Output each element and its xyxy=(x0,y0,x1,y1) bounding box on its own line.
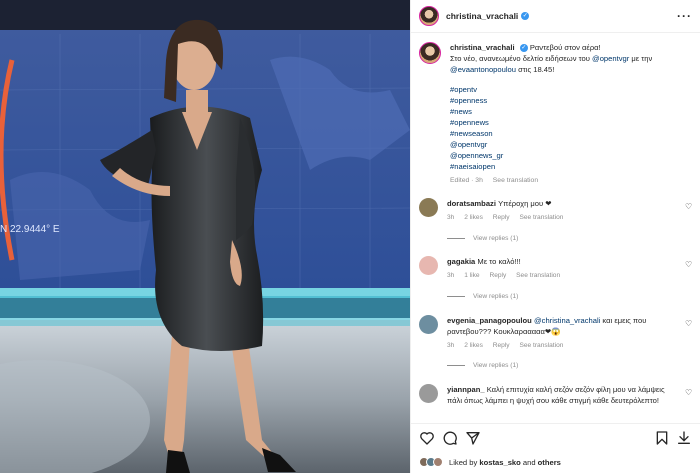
comment-time: 3h xyxy=(447,272,455,279)
caption-line-1: Ραντεβού στον αέρα! xyxy=(529,43,601,52)
like-comment-heart-icon[interactable]: ♡ xyxy=(685,320,692,328)
hashtag[interactable]: #openness xyxy=(450,95,692,106)
post-image: N 22.9444° E xyxy=(0,0,410,473)
verified-badge-icon: ✓ xyxy=(519,44,528,52)
view-replies-label[interactable]: View replies (1) xyxy=(473,293,518,300)
mention-eva[interactable]: @evaantonopoulou xyxy=(450,65,516,74)
see-translation-link[interactable]: See translation xyxy=(519,342,563,349)
post-header: christina_vrachali ✓ ··· xyxy=(411,0,700,33)
hashtag[interactable]: @opentvgr xyxy=(450,139,692,150)
more-options-icon[interactable]: ··· xyxy=(677,9,692,23)
comment: evgenia_panagopoulou @christina_vrachali… xyxy=(411,315,700,351)
comment-time: 3h xyxy=(447,342,455,349)
post-action-bar: Liked by kostas_sko and others xyxy=(411,423,700,473)
comment-likes[interactable]: 2 likes xyxy=(464,214,483,221)
reply-button[interactable]: Reply xyxy=(493,214,510,221)
caption-avatar[interactable] xyxy=(419,42,441,64)
see-translation-link[interactable]: See translation xyxy=(493,177,538,184)
author-avatar[interactable] xyxy=(419,6,439,26)
comment: yiannpan_ Καλή επιτυχία καλή σεζόν σεζόν… xyxy=(411,384,700,406)
comment-bubble-icon[interactable] xyxy=(442,430,458,446)
post-side-panel: christina_vrachali ✓ ··· christina_vrach… xyxy=(410,0,700,473)
view-replies-button[interactable]: View replies (1) xyxy=(447,293,518,300)
liked-by-row: Liked by kostas_sko and others xyxy=(419,457,561,467)
post-photo: N 22.9444° E xyxy=(0,0,410,473)
like-comment-heart-icon[interactable]: ♡ xyxy=(685,203,692,211)
like-comment-heart-icon[interactable]: ♡ xyxy=(685,389,692,397)
share-paper-plane-icon[interactable] xyxy=(465,430,481,446)
comment-username[interactable]: gagakia xyxy=(447,257,475,266)
verified-badge-icon: ✓ xyxy=(521,12,530,20)
see-translation-link[interactable]: See translation xyxy=(516,272,560,279)
commenter-avatar[interactable] xyxy=(419,256,438,275)
liker-avatar[interactable] xyxy=(433,457,443,467)
liked-by-user[interactable]: kostas_sko xyxy=(479,458,520,467)
comment: doratsambazi Υπέροχη μου ❤ 3h 2 likes Re… xyxy=(411,198,700,223)
author-username[interactable]: christina_vrachali xyxy=(446,11,518,21)
hashtag[interactable]: #naeisaiopen xyxy=(450,161,692,172)
hashtag[interactable]: @opennews_gr xyxy=(450,150,692,161)
reply-button[interactable]: Reply xyxy=(493,342,510,349)
comment-username[interactable]: doratsambazi xyxy=(447,199,496,208)
view-replies-button[interactable]: View replies (1) xyxy=(447,362,518,369)
caption-line-2: Στο νέο, ανανεωμένο δελτίο ειδήσεων του xyxy=(450,54,592,63)
like-comment-heart-icon[interactable]: ♡ xyxy=(685,261,692,269)
hashtag[interactable]: #opennews xyxy=(450,117,692,128)
download-icon[interactable] xyxy=(676,430,692,446)
commenter-avatar[interactable] xyxy=(419,198,438,217)
hashtag[interactable]: #opentv xyxy=(450,84,692,95)
liked-by-prefix: Liked by xyxy=(449,457,480,467)
hashtag[interactable]: #newseason xyxy=(450,128,692,139)
reply-button[interactable]: Reply xyxy=(489,272,506,279)
comment-username[interactable]: yiannpan_ xyxy=(447,385,485,394)
comment-mention[interactable]: @christina_vrachali xyxy=(534,316,600,325)
view-replies-button[interactable]: View replies (1) xyxy=(447,235,518,242)
save-bookmark-icon[interactable] xyxy=(654,430,670,446)
mention-opentvgr[interactable]: @opentvgr xyxy=(592,54,629,63)
caption: christina_vrachali ✓ Ραντεβού στον αέρα!… xyxy=(411,34,700,186)
caption-edited-time: Edited · 3h xyxy=(450,177,483,184)
comment-likes[interactable]: 1 like xyxy=(464,272,479,279)
comment-text: Υπέροχη μου ❤ xyxy=(498,199,552,208)
hashtag-list: #opentv #openness #news #opennews #newse… xyxy=(450,84,692,172)
hashtag[interactable]: #news xyxy=(450,106,692,117)
commenter-avatar[interactable] xyxy=(419,384,438,403)
comment-text: Με το καλό!!! xyxy=(477,257,521,266)
see-translation-link[interactable]: See translation xyxy=(519,214,563,221)
view-replies-label[interactable]: View replies (1) xyxy=(473,362,518,369)
like-heart-icon[interactable] xyxy=(419,430,435,446)
view-replies-label[interactable]: View replies (1) xyxy=(473,235,518,242)
comment-likes[interactable]: 2 likes xyxy=(464,342,483,349)
comment-username[interactable]: evgenia_panagopoulou xyxy=(447,316,532,325)
comment-time: 3h xyxy=(447,214,455,221)
photo-coordinate-text: N 22.9444° E xyxy=(0,224,60,235)
caption-username[interactable]: christina_vrachali xyxy=(450,43,515,52)
liked-by-others[interactable]: others xyxy=(538,458,561,467)
comment: gagakia Με το καλό!!! 3h 1 like Reply Se… xyxy=(411,256,700,281)
caption-line-2b: με την xyxy=(629,54,653,63)
comments-area[interactable]: christina_vrachali ✓ Ραντεβού στον αέρα!… xyxy=(411,34,700,423)
liked-by-and: and xyxy=(520,457,538,467)
caption-line-2c: στις 18.45! xyxy=(515,65,555,74)
commenter-avatar[interactable] xyxy=(419,315,438,334)
